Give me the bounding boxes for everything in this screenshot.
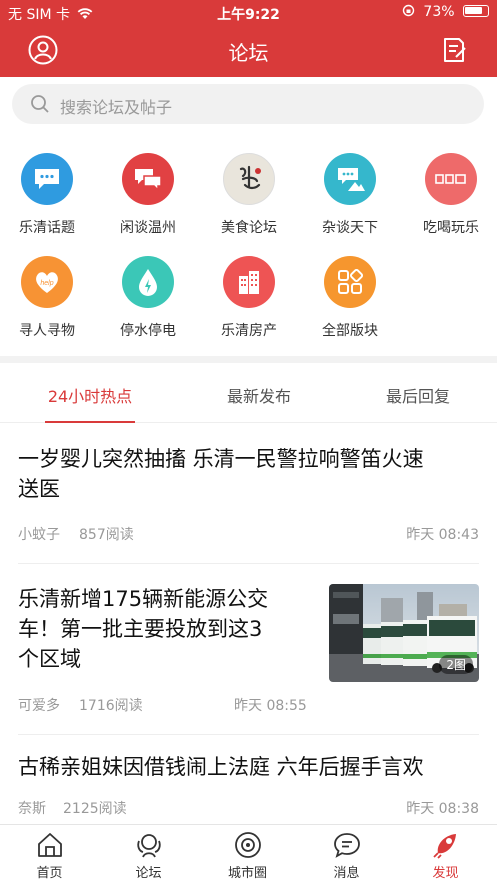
fun-text-icon: [425, 153, 477, 205]
discover-icon: [433, 834, 456, 859]
city-circle-icon: [235, 832, 261, 858]
nav-messages[interactable]: 消息: [297, 825, 396, 884]
bottom-navigation: 首页 论坛 城市圈 消息 发现: [0, 824, 497, 883]
forum-icon: [137, 834, 161, 858]
search-input[interactable]: 搜索论坛及帖子: [12, 84, 484, 124]
food-calligraphy-icon: [223, 153, 275, 205]
nav-label: 发现: [432, 866, 459, 881]
category-label: 全部版块: [322, 323, 378, 339]
page-title: 论坛: [228, 41, 269, 65]
category-item-real-estate[interactable]: 乐清房产: [199, 256, 299, 340]
message-icon: [334, 833, 360, 858]
post-title-line: 乐清新增175辆新能源公交: [18, 587, 269, 611]
tab-latest[interactable]: 最新发布: [189, 383, 329, 407]
building-icon: [223, 256, 275, 308]
chat-bubble-icon: [21, 153, 73, 205]
feed-tabs: 24小时热点 最新发布 最后回复: [0, 363, 497, 423]
post-reads: 1716阅读: [79, 698, 143, 714]
search-icon: [31, 95, 49, 113]
post-author: 可爱多: [18, 698, 60, 714]
post-thumbnail[interactable]: 2图: [329, 584, 479, 682]
nav-city-circle[interactable]: 城市圈: [198, 825, 297, 884]
post-reads: 857阅读: [79, 527, 134, 543]
nav-home[interactable]: 首页: [0, 825, 99, 884]
post-title-line: 古稀亲姐妹因借钱闹上法庭 六年后握手言欢: [18, 755, 424, 779]
category-item-food-forum[interactable]: 美食论坛: [199, 153, 299, 237]
nav-label: 首页: [36, 866, 63, 881]
category-item-le-qing-topics[interactable]: 乐清话题: [0, 153, 97, 237]
post-title-line: 一岁婴儿突然抽搐 乐清一民警拉响警笛火速: [18, 447, 424, 471]
post-separator: [18, 734, 479, 735]
post-time: 昨天 08:55: [234, 698, 307, 714]
battery-icon: [463, 5, 489, 17]
category-item-all-boards[interactable]: 全部版块: [300, 256, 400, 340]
post-title: 古稀亲姐妹因借钱闹上法庭 六年后握手言欢: [18, 752, 424, 782]
home-icon: [38, 833, 62, 857]
active-tab-indicator: [45, 421, 135, 423]
category-label: 美食论坛: [221, 220, 277, 236]
chat-bubbles-icon: [122, 153, 174, 205]
category-item-find-people[interactable]: help 寻人寻物: [0, 256, 97, 340]
nav-forum[interactable]: 论坛: [99, 825, 198, 884]
nav-label: 论坛: [135, 866, 162, 881]
post-title: 一岁婴儿突然抽搐 乐清一民警拉响警笛火速 送医: [18, 444, 424, 504]
section-divider: [0, 356, 497, 363]
category-item-xian-tan-wenzhou[interactable]: 闲谈温州: [98, 153, 198, 237]
category-item-eat-drink-play[interactable]: 吃喝玩乐: [401, 153, 497, 237]
nav-label: 消息: [333, 866, 360, 881]
post-reads: 2125阅读: [63, 801, 127, 817]
post-title: 乐清新增175辆新能源公交 车！第一批主要投放到这3 个区域: [18, 584, 268, 674]
post-separator: [18, 563, 479, 564]
category-label: 闲谈温州: [120, 220, 176, 236]
nav-label: 城市圈: [227, 866, 267, 881]
svg-text:help: help: [40, 280, 53, 287]
search-placeholder: 搜索论坛及帖子: [60, 98, 173, 117]
category-item-water-power[interactable]: 停水停电: [98, 256, 198, 340]
post-title-line: 送医: [18, 477, 60, 501]
battery-status: 73%: [402, 4, 489, 20]
tab-last-reply[interactable]: 最后回复: [348, 383, 488, 407]
image-count-badge: 2图: [439, 655, 473, 674]
category-label: 寻人寻物: [19, 323, 75, 339]
post-time: 昨天 08:43: [406, 527, 479, 543]
post-title-line: 个区域: [18, 647, 81, 671]
post-title-line: 车！第一批主要投放到这3: [18, 617, 263, 641]
category-label: 停水停电: [120, 323, 176, 339]
category-label: 吃喝玩乐: [423, 220, 479, 236]
water-power-icon: [122, 256, 174, 308]
post-author: 奈斯: [18, 801, 46, 817]
heart-help-icon: help: [21, 256, 73, 308]
status-bar: 无 SIM 卡 上午9:22 73%: [0, 0, 497, 26]
rotation-lock-icon: [402, 4, 415, 17]
post-author: 小蚊子: [18, 527, 60, 543]
grid-icon: [324, 256, 376, 308]
post-time: 昨天 08:38: [406, 801, 479, 817]
category-label: 乐清话题: [19, 220, 75, 236]
tab-24h-hot[interactable]: 24小时热点: [20, 383, 160, 407]
battery-percent: 73%: [423, 4, 455, 20]
chat-mountain-icon: [324, 153, 376, 205]
category-item-za-tan-tian-xia[interactable]: 杂谈天下: [300, 153, 400, 237]
edit-icon[interactable]: [439, 35, 469, 65]
app-header: 无 SIM 卡 上午9:22 73% 论坛: [0, 0, 497, 77]
nav-discover[interactable]: 发现: [396, 825, 495, 884]
category-label: 乐清房产: [221, 323, 277, 339]
category-label: 杂谈天下: [322, 220, 378, 236]
